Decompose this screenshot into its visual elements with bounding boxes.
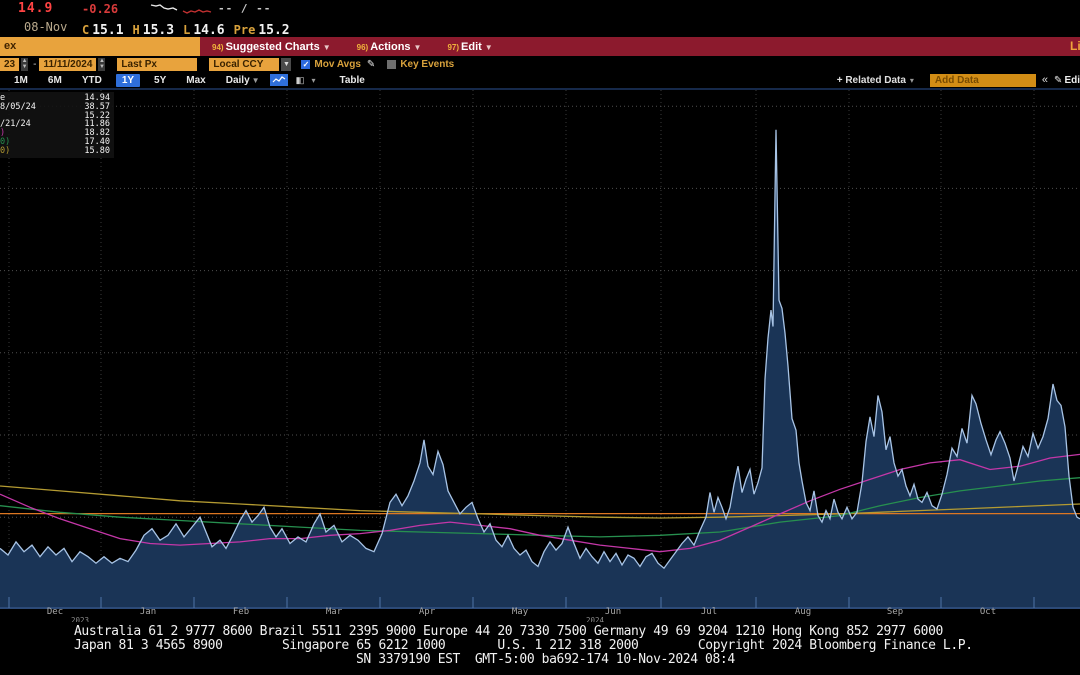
chevron-down-icon: ▼ — [485, 43, 493, 52]
price-chart-svg — [0, 90, 1080, 609]
last-price: 14.9 — [18, 1, 53, 16]
chevron-down-icon[interactable]: ▾ — [910, 76, 914, 85]
month-label: Aug — [795, 607, 811, 617]
low-stat: L14.6 — [183, 19, 225, 38]
menu-edit[interactable]: 97)Edit▼ — [447, 41, 492, 53]
quote-strip: 9 14.9 -0.26 -- / -- — [0, 0, 1080, 17]
month-label: Mar — [326, 607, 342, 617]
period-tab-bar: 1M 6M YTD 1Y 5Y Max Daily ▼ ▮▯ ▾ Table +… — [0, 72, 1080, 88]
bloomberg-terminal-screen: { "quote": { "fragment": "9", "last": "1… — [0, 0, 1080, 675]
security-tab[interactable]: ex — [0, 37, 200, 56]
chevron-down-icon: ▼ — [323, 43, 331, 52]
menu-suggested-charts[interactable]: 94)Suggested Charts▼ — [212, 41, 331, 53]
key-events-label[interactable]: Key Events — [400, 59, 454, 70]
price-area-fill — [0, 130, 1080, 609]
intraday-sparkline — [150, 1, 216, 16]
chevron-down-icon[interactable]: ▾ — [311, 76, 315, 85]
currency-dropdown-arrow-icon[interactable]: ▼ — [281, 58, 291, 71]
tab-max[interactable]: Max — [180, 74, 211, 87]
add-data-input[interactable]: Add Data — [930, 74, 1036, 87]
mov-avgs-label[interactable]: Mov Avgs — [314, 59, 361, 70]
candle-chart-type-icon[interactable]: ▮▯ — [296, 75, 304, 86]
ohlc-strip: 08-Nov C15.1 H15.3 L14.6 Pre15.2 — [0, 17, 1080, 37]
tab-1m[interactable]: 1M — [8, 74, 34, 87]
tab-1y[interactable]: 1Y — [116, 74, 140, 87]
start-date-field[interactable]: 23 — [0, 58, 19, 71]
legend-label: SMAVG (200) — [0, 147, 10, 156]
edit-mov-avgs-pencil-icon[interactable]: ✎ — [367, 59, 375, 70]
key-events-checkbox[interactable] — [387, 60, 396, 69]
mov-avgs-checkbox[interactable]: ✓ — [301, 60, 310, 69]
line-chart-type-icon[interactable] — [270, 74, 288, 86]
end-date-field[interactable]: 11/11/2024 — [39, 58, 96, 71]
terminal-footer: Australia 61 2 9777 8600 Brazil 5511 239… — [0, 622, 1080, 675]
footer-session-info: SN 3379190 EST GMT-5:00 ba692-174 10-Nov… — [356, 652, 735, 667]
legend-value: 15.80 — [84, 147, 110, 156]
month-label: May — [512, 607, 528, 617]
month-label: Oct — [980, 607, 996, 617]
date-stepper-icon[interactable]: ▲▼ — [21, 58, 28, 71]
tab-ytd[interactable]: YTD — [76, 74, 108, 87]
ohlc-values: C15.1 H15.3 L14.6 Pre15.2 — [82, 19, 290, 38]
legend-label: High on 08/05/24 — [0, 103, 36, 112]
quote-date: 08-Nov — [24, 20, 67, 34]
bid-ask-na: -- / -- — [218, 2, 271, 15]
footer-phones-1: Australia 61 2 9777 8600 Brazil 5511 239… — [74, 624, 943, 639]
prev-stat: Pre15.2 — [234, 19, 290, 38]
chart-type-label: Lin — [1070, 39, 1080, 53]
tab-6m[interactable]: 6M — [42, 74, 68, 87]
table-button[interactable]: Table — [339, 75, 364, 86]
chart-toolbar: 23 ▲▼ - 11/11/2024 ▲▼ Last Px Local CCY … — [0, 56, 1080, 72]
chevron-down-icon: ▼ — [414, 43, 422, 52]
month-label: Feb — [233, 607, 249, 617]
edit-chart-pencil-icon[interactable]: ✎ — [1054, 75, 1062, 86]
collapse-panel-icon[interactable]: « — [1042, 74, 1048, 86]
currency-field[interactable]: Local CCY — [209, 58, 279, 71]
month-label: Jun — [605, 607, 621, 617]
price-chart-area[interactable]: Last Price14.94High on 08/05/2438.57Aver… — [0, 88, 1080, 609]
legend-row: SMAVG (200) 15.80 — [0, 147, 110, 156]
related-data-button[interactable]: + Related Data — [837, 75, 906, 86]
tab-5y[interactable]: 5Y — [148, 74, 172, 87]
month-label: Jul — [701, 607, 717, 617]
truncated-price-fragment: 9 — [0, 1, 1, 16]
chart-legend: Last Price14.94High on 08/05/2438.57Aver… — [0, 92, 114, 158]
high-stat: H15.3 — [133, 19, 175, 38]
edit-chart-button[interactable]: Edi — [1064, 75, 1080, 86]
chevron-down-icon[interactable]: ▼ — [252, 76, 260, 85]
menu-bar: ex 94)Suggested Charts▼ 96)Actions▼ 97)E… — [0, 37, 1080, 56]
open-stat: C15.1 — [82, 19, 124, 38]
month-label: Dec — [47, 607, 63, 617]
month-label: Jan — [140, 607, 156, 617]
month-label: Sep — [887, 607, 903, 617]
footer-phones-2: Japan 81 3 4565 8900 Singapore 65 6212 1… — [74, 638, 973, 653]
price-change: -0.26 — [82, 2, 118, 16]
month-label: Apr — [419, 607, 435, 617]
price-type-field[interactable]: Last Px — [117, 58, 197, 71]
date-stepper-icon[interactable]: ▲▼ — [98, 58, 105, 71]
menu-actions[interactable]: 96)Actions▼ — [357, 41, 422, 53]
frequency-select[interactable]: Daily — [226, 75, 250, 86]
